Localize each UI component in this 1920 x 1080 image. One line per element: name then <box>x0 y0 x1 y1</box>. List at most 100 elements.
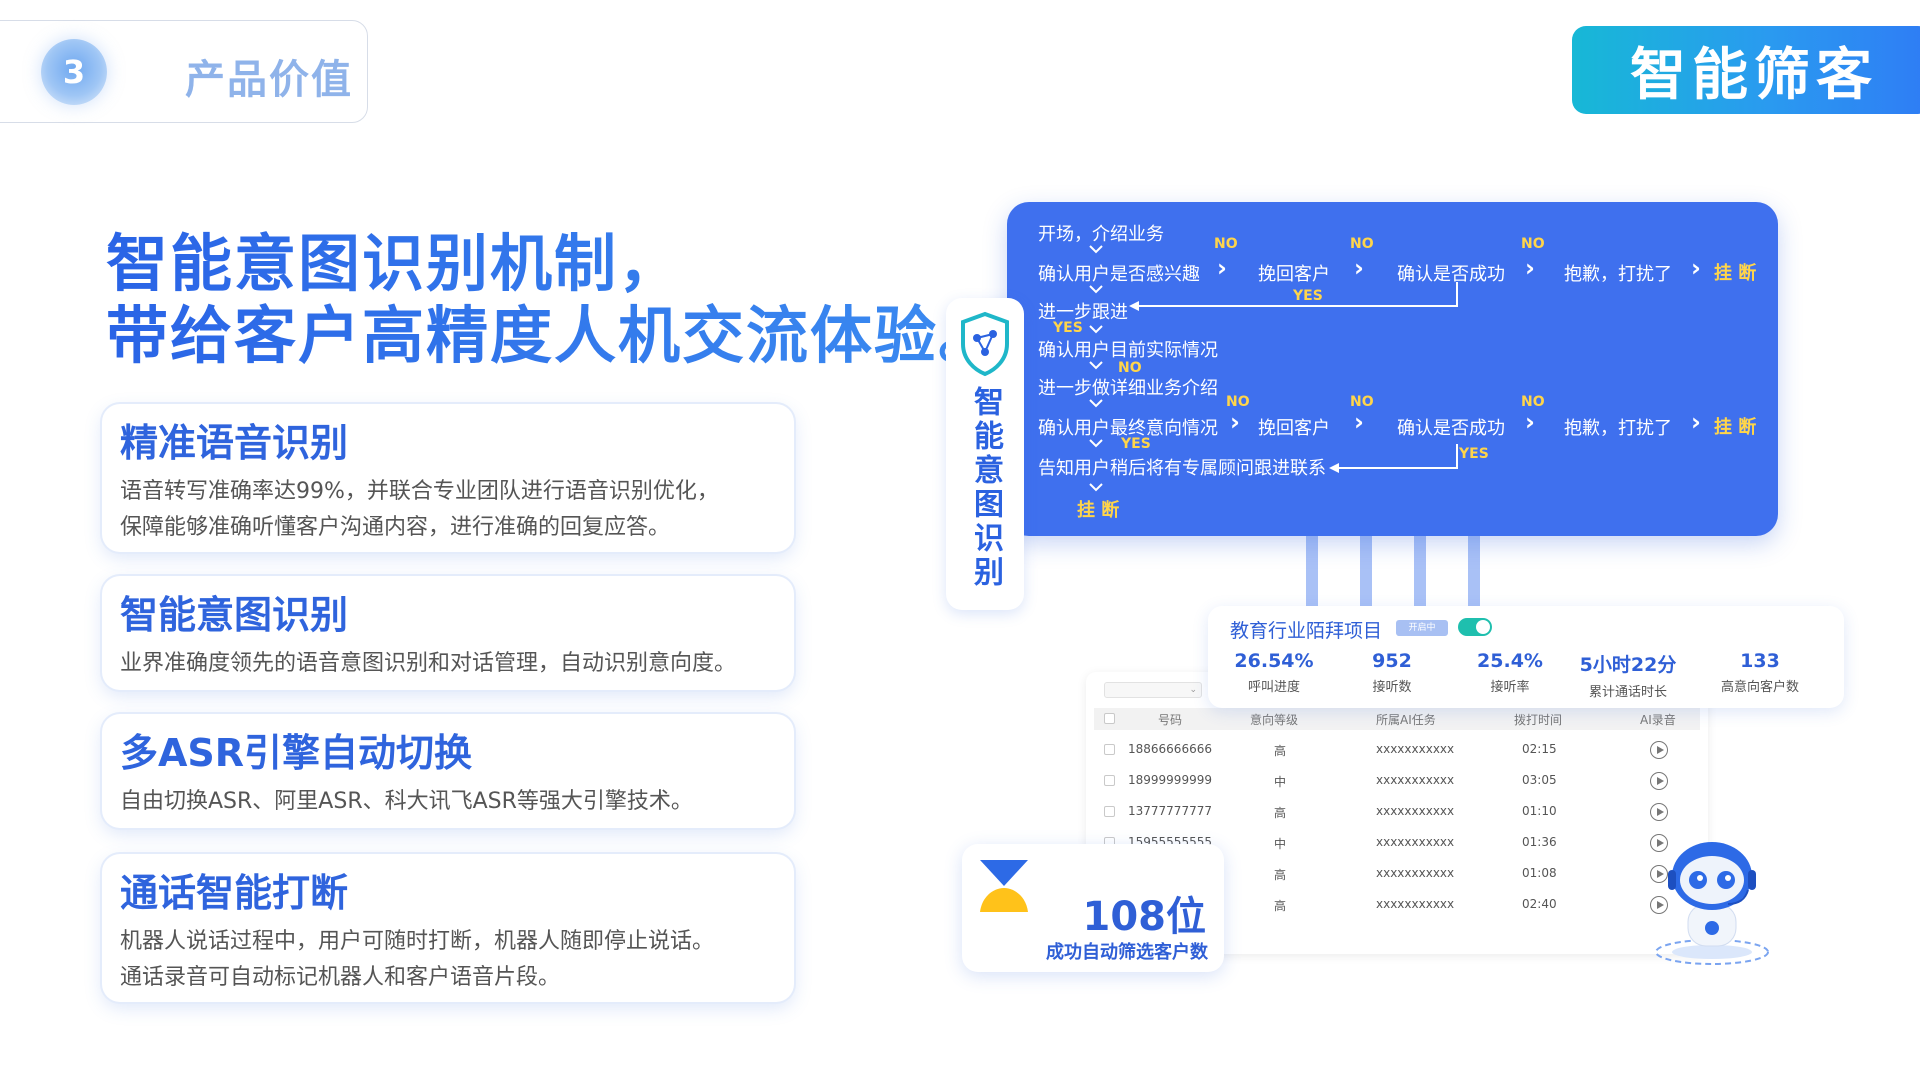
flow-yes-label: YES <box>1459 446 1489 462</box>
stat-label: 呼叫进度 <box>1247 680 1300 695</box>
cell-phone: 18866666666 <box>1128 742 1212 756</box>
play-icon[interactable] <box>1650 741 1668 759</box>
flow-step: 进一步跟进 <box>1038 302 1128 323</box>
feature-card-asr: 多ASR引擎自动切换 自由切换ASR、阿里ASR、科大讯飞ASR等强大引擎技术。 <box>102 714 794 828</box>
cell-level: 高 <box>1274 899 1287 913</box>
feature-desc-line: 机器人说话过程中，用户可随时打断，机器人随即停止说话。 <box>120 929 715 954</box>
column-header: AI录音 <box>1640 713 1676 727</box>
play-icon[interactable] <box>1650 803 1668 821</box>
shield-network-icon <box>961 311 1009 377</box>
chevron-right-icon: › <box>1230 408 1240 436</box>
flow-step: 挽回客户 <box>1258 418 1330 439</box>
cell-task: xxxxxxxxxxx <box>1376 897 1455 911</box>
feature-desc: 自由切换ASR、阿里ASR、科大讯飞ASR等强大引擎技术。 <box>120 789 693 814</box>
flow-step: 进一步做详细业务介绍 <box>1038 378 1218 399</box>
flow-yes-label: YES <box>1121 436 1151 452</box>
flow-yes-label: YES <box>1053 320 1083 336</box>
row-checkbox[interactable] <box>1104 744 1115 755</box>
cell-time: 01:36 <box>1522 835 1557 849</box>
feature-desc-line: 语音转写准确率达99%，并联合专业团队进行语音识别优化， <box>120 479 719 504</box>
chevron-right-icon: › <box>1354 408 1364 436</box>
flow-step-start: 开场，介绍业务 <box>1038 224 1164 245</box>
table-row[interactable]: 18866666666 高 xxxxxxxxxxx 02:15 <box>1094 736 1700 766</box>
stat-call-progress: 26.54% 呼叫进度 <box>1214 650 1334 695</box>
cell-phone: 13777777777 <box>1128 804 1212 818</box>
stat-label: 接听率 <box>1490 680 1530 695</box>
feature-title: 精准语音识别 <box>120 421 349 465</box>
count-value: 108位 <box>1082 894 1207 940</box>
stat-value: 26.54% <box>1234 650 1314 672</box>
feature-title: 智能意图识别 <box>120 593 349 637</box>
intent-panel: 智能意图识别 <box>946 298 1024 610</box>
table-row[interactable]: 13777777777 高 xxxxxxxxxxx 01:10 <box>1094 798 1700 828</box>
chevron-right-icon: › <box>1354 254 1364 282</box>
stat-label: 累计通话时长 <box>1588 685 1667 700</box>
table-header: 号码 意向等级 所属AI任务 拨打时间 AI录音 <box>1094 708 1700 730</box>
stat-value: 25.4% <box>1477 650 1543 672</box>
stat-duration: 5小时22分 累计通话时长 <box>1568 650 1688 700</box>
robot-mascot-icon <box>1655 842 1769 965</box>
feature-card-interrupt: 通话智能打断 机器人说话过程中，用户可随时打断，机器人随即停止说话。 通话录音可… <box>102 854 794 1002</box>
flow-no-label: NO <box>1350 236 1374 252</box>
flow-step: 抱歉，打扰了 <box>1564 418 1672 439</box>
cell-level: 中 <box>1274 837 1287 851</box>
feature-card-intent: 智能意图识别 业界准确度领先的语音意图识别和对话管理，自动识别意向度。 <box>102 576 794 690</box>
section-tab: 3 产品价值 <box>0 20 368 123</box>
cell-task: xxxxxxxxxxx <box>1376 866 1455 880</box>
project-toggle[interactable] <box>1458 618 1492 636</box>
connector <box>1360 536 1372 608</box>
headline-line1: 智能意图识别机制， <box>106 228 1002 300</box>
chevron-right-icon: › <box>1217 254 1227 282</box>
flow-step: 抱歉，打扰了 <box>1564 264 1672 285</box>
flow-step: 确认用户是否感兴趣 <box>1038 264 1200 285</box>
play-icon[interactable] <box>1650 772 1668 790</box>
intent-flowchart: 开场，介绍业务 确认用户是否感兴趣 NO › 挽回客户 NO › 确认是否成功 … <box>1007 202 1778 536</box>
stat-label: 接听数 <box>1372 680 1412 695</box>
filter-select[interactable]: ⌄ <box>1104 682 1202 698</box>
cell-task: xxxxxxxxxxx <box>1376 835 1455 849</box>
corner-badge: 智能筛客 <box>1572 26 1920 114</box>
stat-answer-rate: 25.4% 接听率 <box>1450 650 1570 695</box>
stat-high-intent: 133 高意向客户数 <box>1700 650 1820 695</box>
hourglass-icon <box>980 860 1028 912</box>
cell-time: 03:05 <box>1522 773 1557 787</box>
feature-title: 通话智能打断 <box>120 871 349 915</box>
cell-level: 中 <box>1274 775 1287 789</box>
project-title: 教育行业陌拜项目 <box>1230 620 1383 642</box>
flow-hangup: 挂 断 <box>1077 500 1120 521</box>
flow-hangup: 挂 断 <box>1714 263 1757 284</box>
feature-desc-line: 通话录音可自动标记机器人和客户语音片段。 <box>120 965 561 990</box>
flow-step: 挽回客户 <box>1258 264 1330 285</box>
headline-line2: 带给客户高精度人机交流体验。 <box>106 299 1003 372</box>
flow-yes-label: YES <box>1293 288 1323 304</box>
feature-card-speech: 精准语音识别 语音转写准确率达99%，并联合专业团队进行语音识别优化， 保障能够… <box>102 404 794 552</box>
intent-panel-label: 智能意图识别 <box>968 386 1003 590</box>
connector <box>1468 536 1480 608</box>
cell-level: 高 <box>1274 806 1287 820</box>
headline: 智能意图识别机制， 带给客户高精度人机交流体验。 <box>106 228 1002 372</box>
column-header: 拨打时间 <box>1514 713 1563 727</box>
corner-badge-label: 智能筛客 <box>1630 42 1878 108</box>
column-header: 号码 <box>1158 713 1183 727</box>
flow-no-label: NO <box>1214 236 1238 252</box>
cell-level: 高 <box>1274 868 1287 882</box>
flow-hangup: 挂 断 <box>1714 417 1757 438</box>
connector <box>1414 536 1426 608</box>
table-row[interactable]: 18999999999 中 xxxxxxxxxxx 03:05 <box>1094 767 1700 797</box>
flow-step: 确认用户目前实际情况 <box>1038 340 1218 361</box>
column-header: 所属AI任务 <box>1376 713 1436 727</box>
row-checkbox[interactable] <box>1104 806 1115 817</box>
section-number: 3 <box>41 39 107 105</box>
select-all-checkbox[interactable] <box>1104 713 1115 724</box>
filtered-customers-card: 108位 成功自动筛选客户数 <box>962 844 1224 972</box>
stat-answered: 952 接听数 <box>1332 650 1452 695</box>
chevron-right-icon: › <box>1691 254 1701 282</box>
stat-value: 952 <box>1372 650 1412 672</box>
flow-step: 告知用户稍后将有专属顾问跟进联系 <box>1038 458 1326 479</box>
row-checkbox[interactable] <box>1104 775 1115 786</box>
cell-phone: 18999999999 <box>1128 773 1212 787</box>
cell-time: 01:10 <box>1522 804 1557 818</box>
column-header: 意向等级 <box>1250 713 1299 727</box>
status-badge: 开启中 <box>1396 620 1448 636</box>
stat-label: 高意向客户数 <box>1720 680 1799 695</box>
